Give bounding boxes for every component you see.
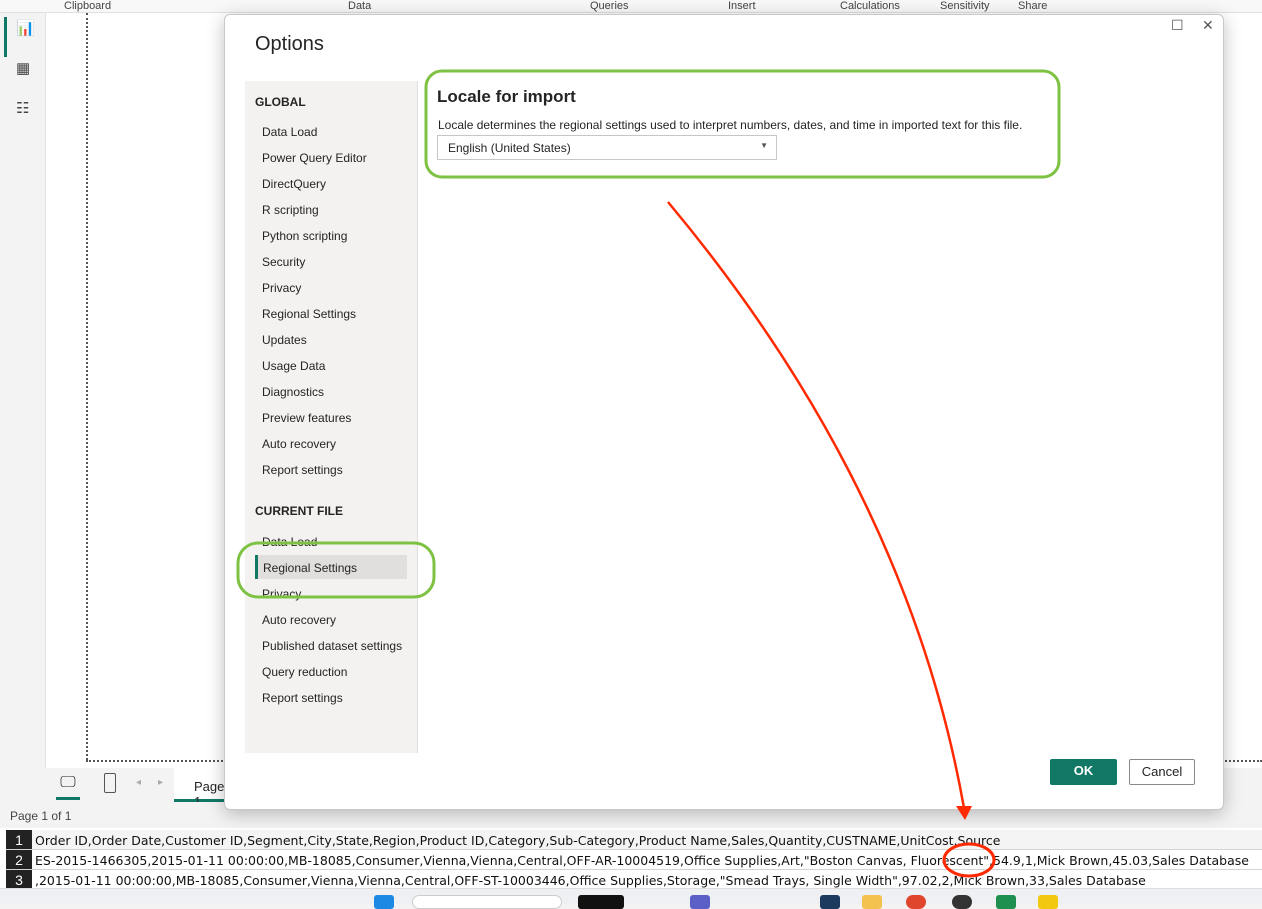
nav-item-security[interactable]: Security xyxy=(255,249,407,273)
ribbon-group-data: Data xyxy=(348,0,372,12)
nav-item-preview-features[interactable]: Preview features xyxy=(255,405,407,429)
row-text: ,2015-01-11 00:00:00,MB-18085,Consumer,V… xyxy=(35,873,1146,888)
mobile-layout-icon[interactable] xyxy=(104,773,116,793)
row-number: 2 xyxy=(6,850,32,869)
nav-item-report-settings[interactable]: Report settings xyxy=(255,685,407,709)
options-nav: GLOBAL Data Load Power Query Editor Direct… xyxy=(245,81,418,753)
nav-item-auto-recovery[interactable]: Auto recovery xyxy=(255,431,407,455)
report-view-icon[interactable]: 📊 xyxy=(16,19,36,39)
table-row: 1 Order ID,Order Date,Customer ID,Segment… xyxy=(6,830,1262,850)
nav-item-query-reduction[interactable]: Query reduction xyxy=(255,659,407,683)
current-file-header: CURRENT FILE xyxy=(255,504,343,518)
nav-item-data-load[interactable]: Data Load xyxy=(255,529,407,553)
ribbon-group-clipboard: Clipboard xyxy=(64,0,112,12)
powerbi-icon[interactable] xyxy=(1038,895,1058,909)
locale-value: English (United States) xyxy=(448,141,571,155)
spreadsheet: 1 Order ID,Order Date,Customer ID,Segment… xyxy=(0,828,1262,890)
ribbon-group-insert: Insert xyxy=(728,0,756,12)
table-row: 2 ES-2015-1466305,2015-01-11 00:00:00,MB-… xyxy=(6,850,1262,870)
nav-item-regional-settings[interactable]: Regional Settings xyxy=(255,555,407,579)
chrome-icon[interactable] xyxy=(906,895,926,909)
close-icon[interactable]: ✕ xyxy=(1202,17,1214,34)
teams-icon[interactable] xyxy=(690,895,710,909)
ribbon-group-calculations: Calculations xyxy=(840,0,900,12)
ribbon: Clipboard Data Queries Insert Calculatio… xyxy=(0,0,1262,13)
chevron-down-icon: ▼ xyxy=(760,141,768,150)
dialog-title: Options xyxy=(255,33,324,55)
nav-item-regional-settings[interactable]: Regional Settings xyxy=(255,301,407,325)
row-text: Order ID,Order Date,Customer ID,Segment,… xyxy=(35,833,1001,848)
next-page-icon[interactable]: ▸ xyxy=(158,777,163,788)
nav-item-python-scripting[interactable]: Python scripting xyxy=(255,223,407,247)
maximize-icon[interactable]: ☐ xyxy=(1171,17,1184,34)
ribbon-group-sensitivity: Sensitivity xyxy=(940,0,990,12)
prev-page-icon[interactable]: ◂ xyxy=(136,777,141,788)
section-description: Locale determines the regional settings … xyxy=(438,118,1023,132)
table-view-icon[interactable]: ▦ xyxy=(16,59,36,79)
nav-item-data-load[interactable]: Data Load xyxy=(255,119,407,143)
active-view-indicator xyxy=(4,17,7,57)
terminal-icon[interactable] xyxy=(820,895,840,909)
nav-item-r-scripting[interactable]: R scripting xyxy=(255,197,407,221)
table-row: 3,2015-01-11 00:00:00,MB-18085,Consumer,… xyxy=(6,870,1262,890)
app-icon[interactable] xyxy=(952,895,972,909)
excel-icon[interactable] xyxy=(996,895,1016,909)
taskbar-app-icon[interactable] xyxy=(578,895,624,909)
search-box[interactable] xyxy=(412,895,562,909)
nav-item-updates[interactable]: Updates xyxy=(255,327,407,351)
nav-item-published-dataset-settings[interactable]: Published dataset settings xyxy=(255,633,407,657)
start-icon[interactable] xyxy=(374,895,394,909)
options-dialog: Options ☐ ✕ GLOBAL Data Load Power Query … xyxy=(224,14,1224,810)
row-number: 3 xyxy=(6,870,32,889)
locale-dropdown[interactable]: English (United States) ▼ xyxy=(437,135,777,160)
desktop-layout-icon[interactable]: 🖵 xyxy=(56,774,80,800)
nav-item-directquery[interactable]: DirectQuery xyxy=(255,171,407,195)
nav-item-auto-recovery[interactable]: Auto recovery xyxy=(255,607,407,631)
nav-item-privacy[interactable]: Privacy xyxy=(255,581,407,605)
file-explorer-icon[interactable] xyxy=(862,895,882,909)
global-header: GLOBAL xyxy=(255,95,306,109)
page-boundary xyxy=(86,13,88,760)
ok-button[interactable]: OK xyxy=(1050,759,1117,785)
cancel-button[interactable]: Cancel xyxy=(1129,759,1195,785)
row-text: ES-2015-1466305,2015-01-11 00:00:00,MB-1… xyxy=(35,853,1249,868)
ribbon-group-share: Share xyxy=(1018,0,1048,12)
section-title: Locale for import xyxy=(437,87,576,106)
nav-item-report-settings[interactable]: Report settings xyxy=(255,457,407,481)
nav-item-diagnostics[interactable]: Diagnostics xyxy=(255,379,407,403)
nav-item-power-query-editor[interactable]: Power Query Editor xyxy=(255,145,407,169)
nav-item-usage-data[interactable]: Usage Data xyxy=(255,353,407,377)
model-view-icon[interactable]: ☷ xyxy=(16,99,36,119)
ribbon-group-queries: Queries xyxy=(590,0,629,12)
row-number: 1 xyxy=(6,830,32,849)
nav-item-privacy[interactable]: Privacy xyxy=(255,275,407,299)
taskbar xyxy=(0,888,1262,909)
view-sidebar: 📊 ▦ ☷ xyxy=(0,13,46,768)
